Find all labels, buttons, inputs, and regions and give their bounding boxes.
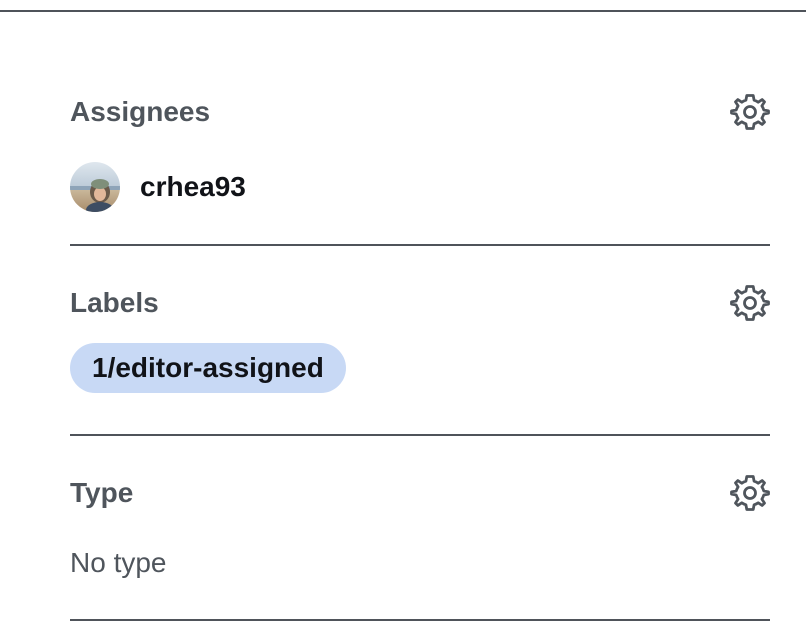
avatar-photo-icon [70, 162, 120, 212]
type-title: Type [70, 477, 134, 508]
type-value: No type [70, 547, 167, 578]
gear-icon [730, 285, 770, 321]
type-section: Type No type [70, 473, 770, 578]
assignee-username: crhea93 [140, 171, 246, 202]
section-divider [70, 434, 770, 436]
type-header: Type [70, 473, 770, 513]
label-chip[interactable]: 1/editor-assigned [70, 343, 346, 393]
assignees-title: Assignees [70, 96, 211, 127]
section-divider [70, 244, 770, 246]
assignees-settings-gear-icon[interactable] [730, 92, 770, 132]
labels-settings-gear-icon[interactable] [730, 283, 770, 323]
top-divider [0, 10, 806, 12]
assignees-header: Assignees [70, 92, 770, 132]
labels-title: Labels [70, 287, 159, 318]
gear-icon [730, 94, 770, 130]
type-settings-gear-icon[interactable] [730, 473, 770, 513]
avatar [70, 162, 120, 212]
labels-section: Labels 1/editor-assigned [70, 283, 770, 393]
assignee-item[interactable]: crhea93 [70, 162, 246, 212]
gear-icon [730, 475, 770, 511]
assignees-section: Assignees crhea93 [70, 92, 770, 212]
section-divider [70, 619, 770, 621]
labels-header: Labels [70, 283, 770, 323]
